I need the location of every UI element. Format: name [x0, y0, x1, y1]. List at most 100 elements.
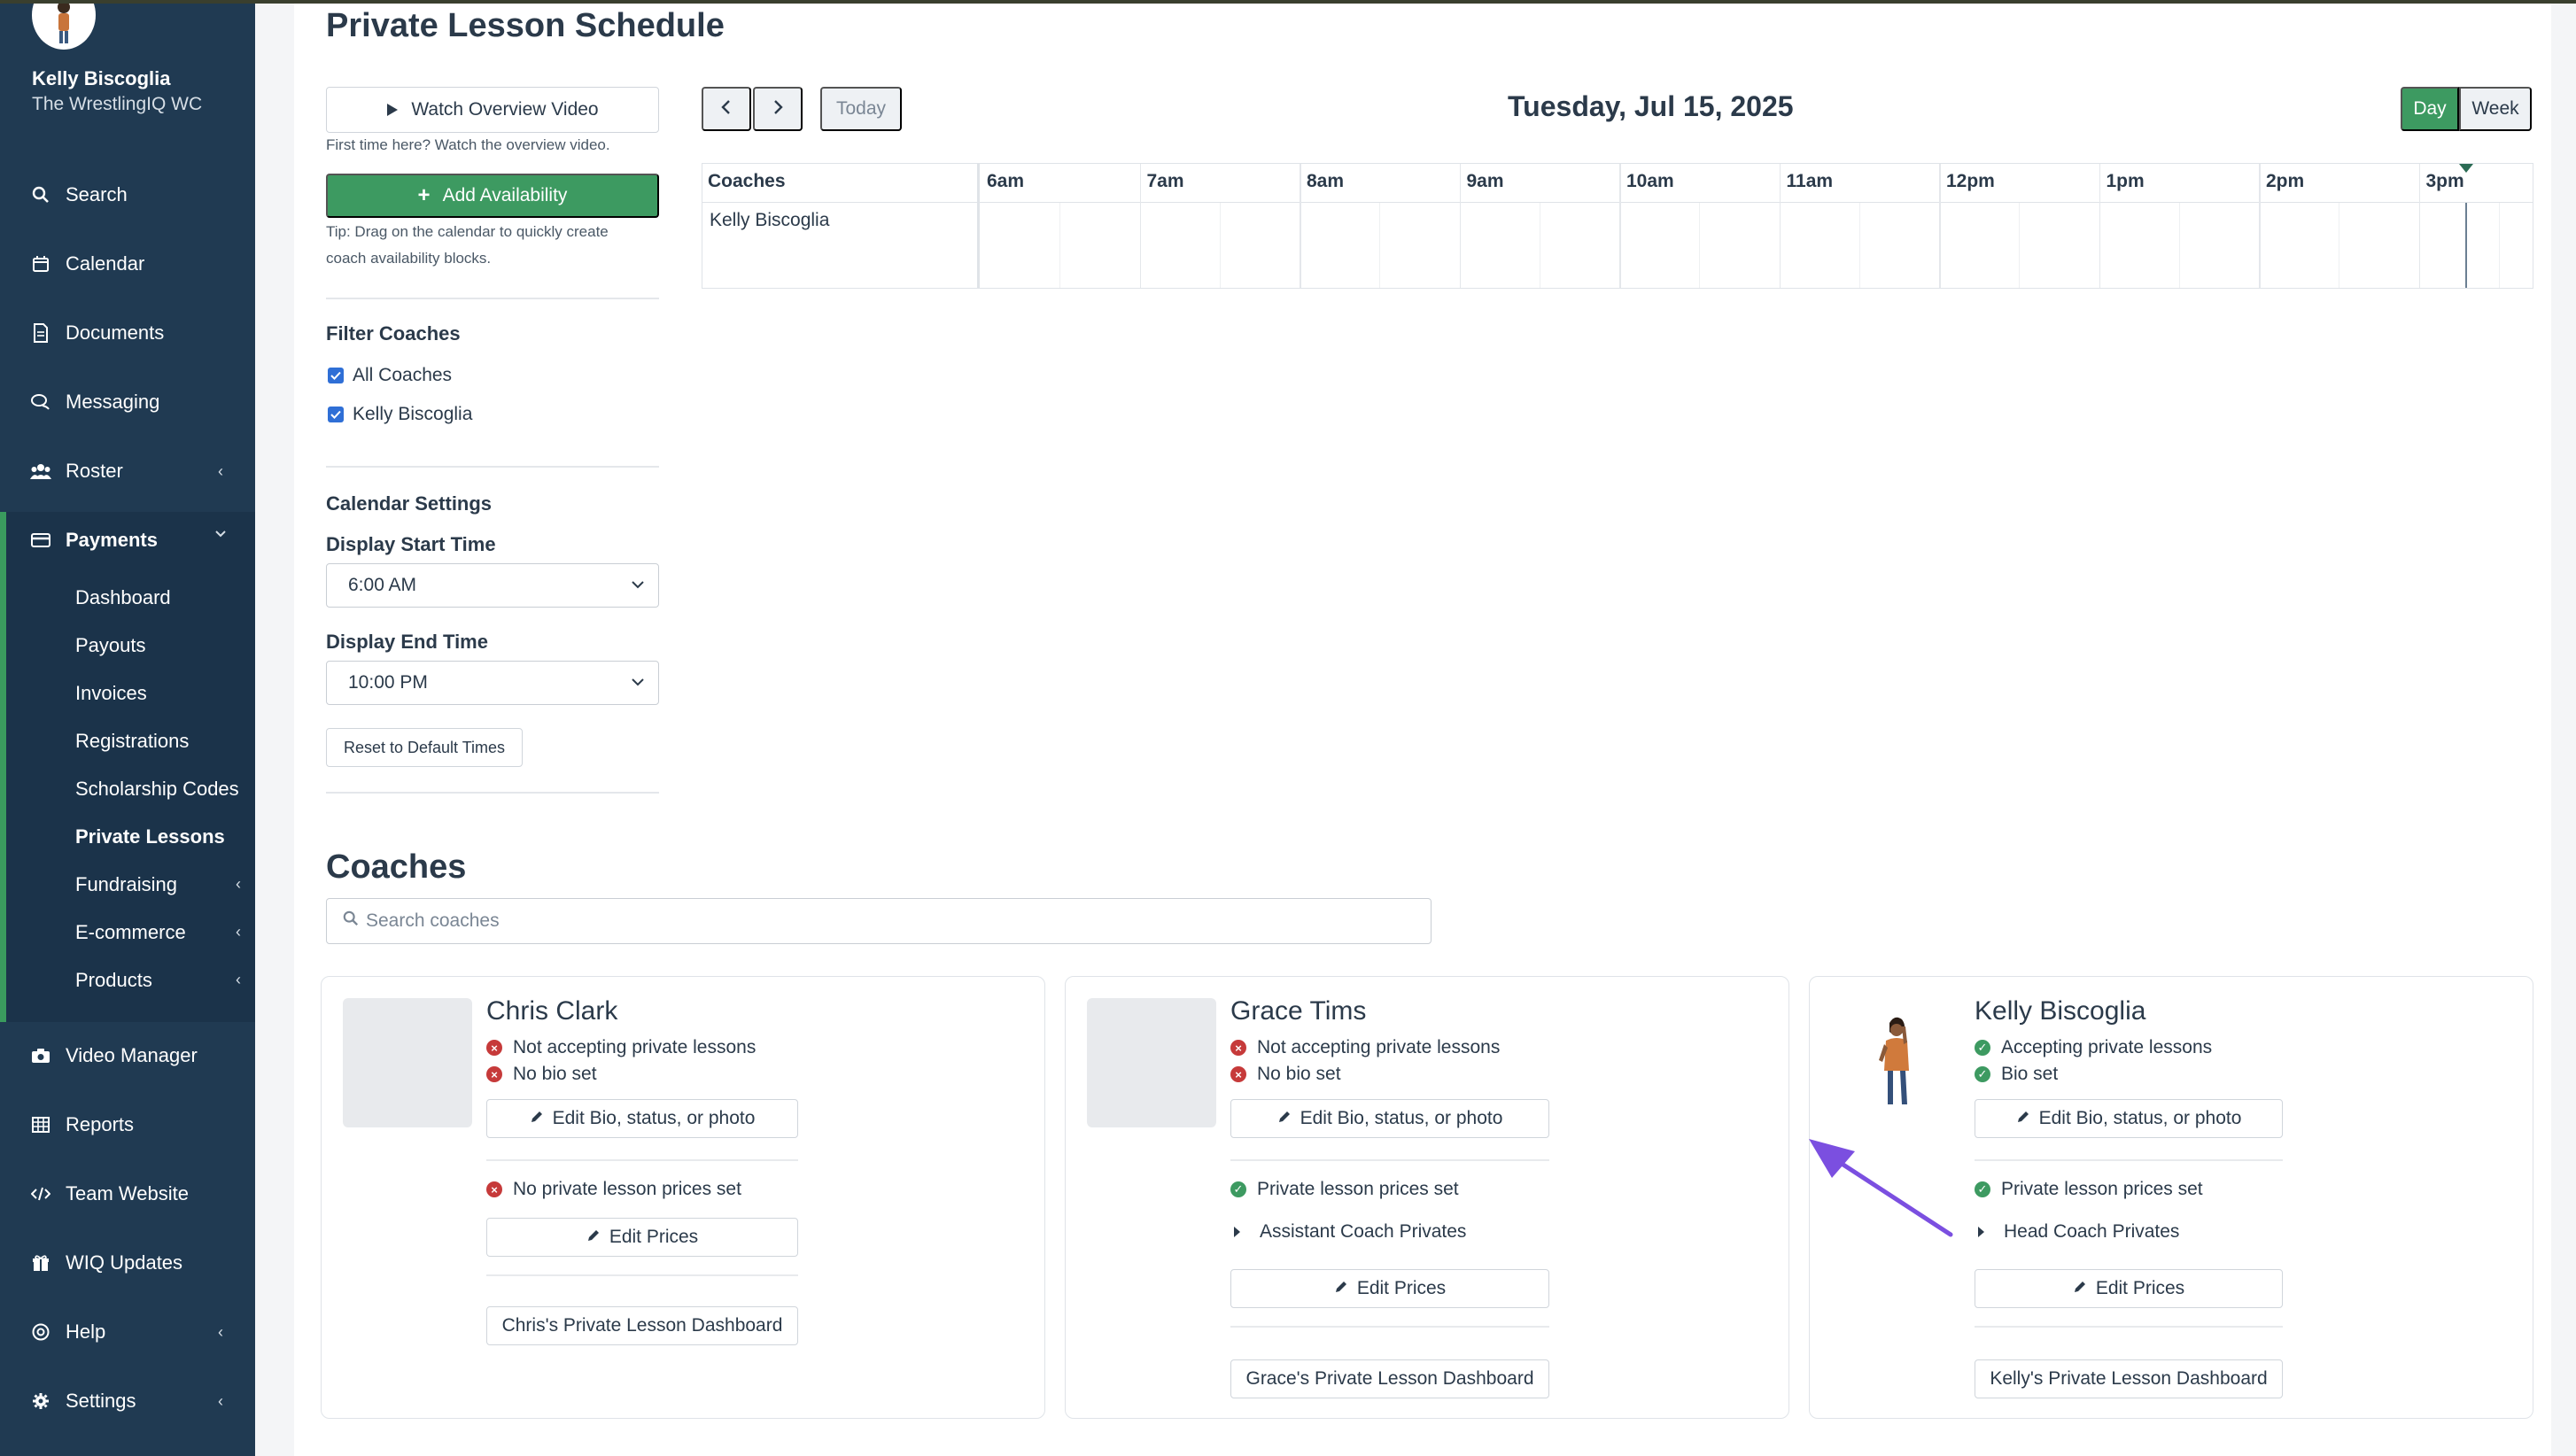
reset-default-times-button[interactable]: Reset to Default Times: [326, 728, 523, 767]
drag-tip-line-2: coach availability blocks.: [326, 250, 492, 267]
submenu-item-private-lessons[interactable]: Private Lessons: [75, 825, 225, 848]
display-end-time-select[interactable]: 10:00 PM: [326, 661, 659, 705]
error-icon: ×: [486, 1066, 502, 1082]
calendar-hour-header: 3pm: [2425, 171, 2464, 191]
grid-hour-line: [1139, 164, 1141, 288]
price-group-toggle[interactable]: Assistant Coach Privates: [1230, 1221, 1466, 1243]
chevron-down-icon: [630, 674, 646, 695]
sidebar-item-help[interactable]: Help ‹: [0, 1305, 255, 1359]
sidebar-item-label: Payments: [66, 529, 158, 551]
chevron-left-icon: ‹: [218, 1391, 223, 1410]
coach-search-input[interactable]: Search coaches: [326, 898, 1432, 944]
add-availability-label: Add Availability: [442, 185, 568, 205]
checkmark-icon: [328, 368, 344, 383]
calendar-grid[interactable]: Coaches 6am 7am 8am 9am 10am 11am 12pm 1pm 2pm 3p…: [702, 163, 2533, 289]
calendar-view-week-button[interactable]: Week: [2459, 87, 2532, 131]
user-avatar[interactable]: [32, 0, 96, 50]
submenu-item-fundraising[interactable]: Fundraising ‹: [6, 868, 255, 912]
price-group-toggle[interactable]: Head Coach Privates: [1975, 1221, 2179, 1243]
divider: [486, 1159, 798, 1161]
edit-bio-button[interactable]: Edit Bio, status, or photo: [1975, 1099, 2283, 1138]
check-circle-icon: ✓: [1975, 1181, 1990, 1197]
price-group-label: Assistant Coach Privates: [1260, 1221, 1467, 1242]
coach-dashboard-button[interactable]: Grace's Private Lesson Dashboard: [1230, 1359, 1549, 1398]
edit-bio-button[interactable]: Edit Bio, status, or photo: [486, 1099, 798, 1138]
coaches-section-title: Coaches: [326, 848, 467, 886]
calendar-view-day-button[interactable]: Day: [2401, 87, 2459, 131]
edit-bio-label: Edit Bio, status, or photo: [2038, 1108, 2242, 1128]
pencil-icon: [2016, 1108, 2030, 1129]
pencil-icon: [1334, 1278, 1348, 1299]
coach-dashboard-button[interactable]: Kelly's Private Lesson Dashboard: [1975, 1359, 2283, 1398]
sidebar-item-team-website[interactable]: Team Website: [0, 1167, 255, 1220]
submenu-item-payouts[interactable]: Payouts: [75, 634, 146, 657]
filter-coaches-title: Filter Coaches: [326, 322, 461, 345]
sidebar-item-search[interactable]: Search: [0, 168, 255, 221]
grid-hour-line: [1300, 164, 1301, 288]
sidebar-item-payments[interactable]: Payments: [0, 514, 255, 567]
sidebar-item-roster[interactable]: Roster ‹: [0, 445, 255, 498]
chevron-down-icon: [214, 524, 227, 543]
grid-half-hour-line: [1379, 203, 1381, 288]
sidebar: Kelly Biscoglia The WrestlingIQ WC Searc…: [0, 0, 255, 1456]
calendar-next-button[interactable]: [753, 87, 803, 131]
users-icon: [30, 461, 51, 482]
watch-overview-video-button[interactable]: Watch Overview Video: [326, 87, 659, 133]
error-icon: ×: [1230, 1066, 1246, 1082]
submenu-item-ecommerce[interactable]: E-commerce ‹: [6, 916, 255, 960]
grid-half-hour-line: [1699, 203, 1701, 288]
grid-hour-line: [1619, 164, 1621, 288]
add-availability-button[interactable]: + Add Availability: [326, 174, 659, 218]
edit-prices-button[interactable]: Edit Prices: [1975, 1269, 2283, 1308]
error-icon: ×: [486, 1181, 502, 1197]
coach-dashboard-button[interactable]: Chris's Private Lesson Dashboard: [486, 1306, 798, 1345]
submenu-item-invoices[interactable]: Invoices: [75, 682, 147, 705]
edit-prices-button[interactable]: Edit Prices: [486, 1218, 798, 1257]
calendar-current-date: Tuesday, Jul 15, 2025: [1508, 90, 1794, 122]
search-icon: [30, 184, 51, 205]
grid-half-hour-line: [1219, 203, 1221, 288]
submenu-item-scholarship-codes[interactable]: Scholarship Codes: [75, 778, 239, 801]
sidebar-item-video-manager[interactable]: Video Manager: [0, 1029, 255, 1082]
calendar-hour-header: 6am: [987, 171, 1025, 191]
calendar-hour-header: 11am: [1786, 171, 1834, 191]
grid-half-hour-line: [1858, 203, 1860, 288]
sidebar-item-label: Help: [66, 1320, 106, 1343]
coach-photo: [1831, 998, 1960, 1127]
edit-prices-label: Edit Prices: [2095, 1278, 2185, 1298]
submenu-item-registrations[interactable]: Registrations: [75, 730, 189, 753]
camera-icon: [30, 1045, 51, 1066]
calendar-coaches-column-header: Coaches: [708, 171, 786, 191]
calendar-prev-button[interactable]: [702, 87, 751, 131]
grid-half-hour-line: [2178, 203, 2180, 288]
coach-prices-status-text: No private lesson prices set: [513, 1179, 741, 1199]
calendar-row-coach-name: Kelly Biscoglia: [710, 210, 830, 230]
edit-prices-button[interactable]: Edit Prices: [1230, 1269, 1549, 1308]
submenu-item-products[interactable]: Products ‹: [6, 964, 255, 1008]
pencil-icon: [1277, 1108, 1292, 1129]
filter-coach-checkbox[interactable]: Kelly Biscoglia: [328, 404, 472, 425]
sidebar-item-documents[interactable]: Documents: [0, 306, 255, 360]
calendar-settings-title: Calendar Settings: [326, 492, 493, 515]
coach-bio-status: ✓ Bio set: [1975, 1064, 2058, 1085]
gear-icon: [30, 1390, 51, 1412]
chevron-left-icon: ‹: [236, 875, 241, 893]
sidebar-item-reports[interactable]: Reports: [0, 1098, 255, 1151]
submenu-item-label: E-commerce: [75, 921, 186, 943]
grid-half-hour-line: [2019, 203, 2021, 288]
current-time-line: [2465, 203, 2467, 288]
filter-all-coaches-checkbox[interactable]: All Coaches: [328, 365, 452, 386]
submenu-item-dashboard[interactable]: Dashboard: [75, 586, 171, 609]
sidebar-item-wiq-updates[interactable]: WIQ Updates: [0, 1236, 255, 1289]
calendar-today-button[interactable]: Today: [820, 87, 902, 131]
sidebar-item-messaging[interactable]: Messaging: [0, 376, 255, 429]
plus-icon: +: [417, 183, 431, 207]
checkmark-icon: [328, 407, 344, 422]
edit-bio-button[interactable]: Edit Bio, status, or photo: [1230, 1099, 1549, 1138]
display-start-time-select[interactable]: 6:00 AM: [326, 563, 659, 608]
grid-hour-line: [2099, 164, 2100, 288]
sidebar-item-settings[interactable]: Settings ‹: [0, 1375, 255, 1428]
search-icon: [343, 910, 359, 932]
sidebar-item-calendar[interactable]: Calendar: [0, 237, 255, 290]
check-circle-icon: ✓: [1230, 1181, 1246, 1197]
